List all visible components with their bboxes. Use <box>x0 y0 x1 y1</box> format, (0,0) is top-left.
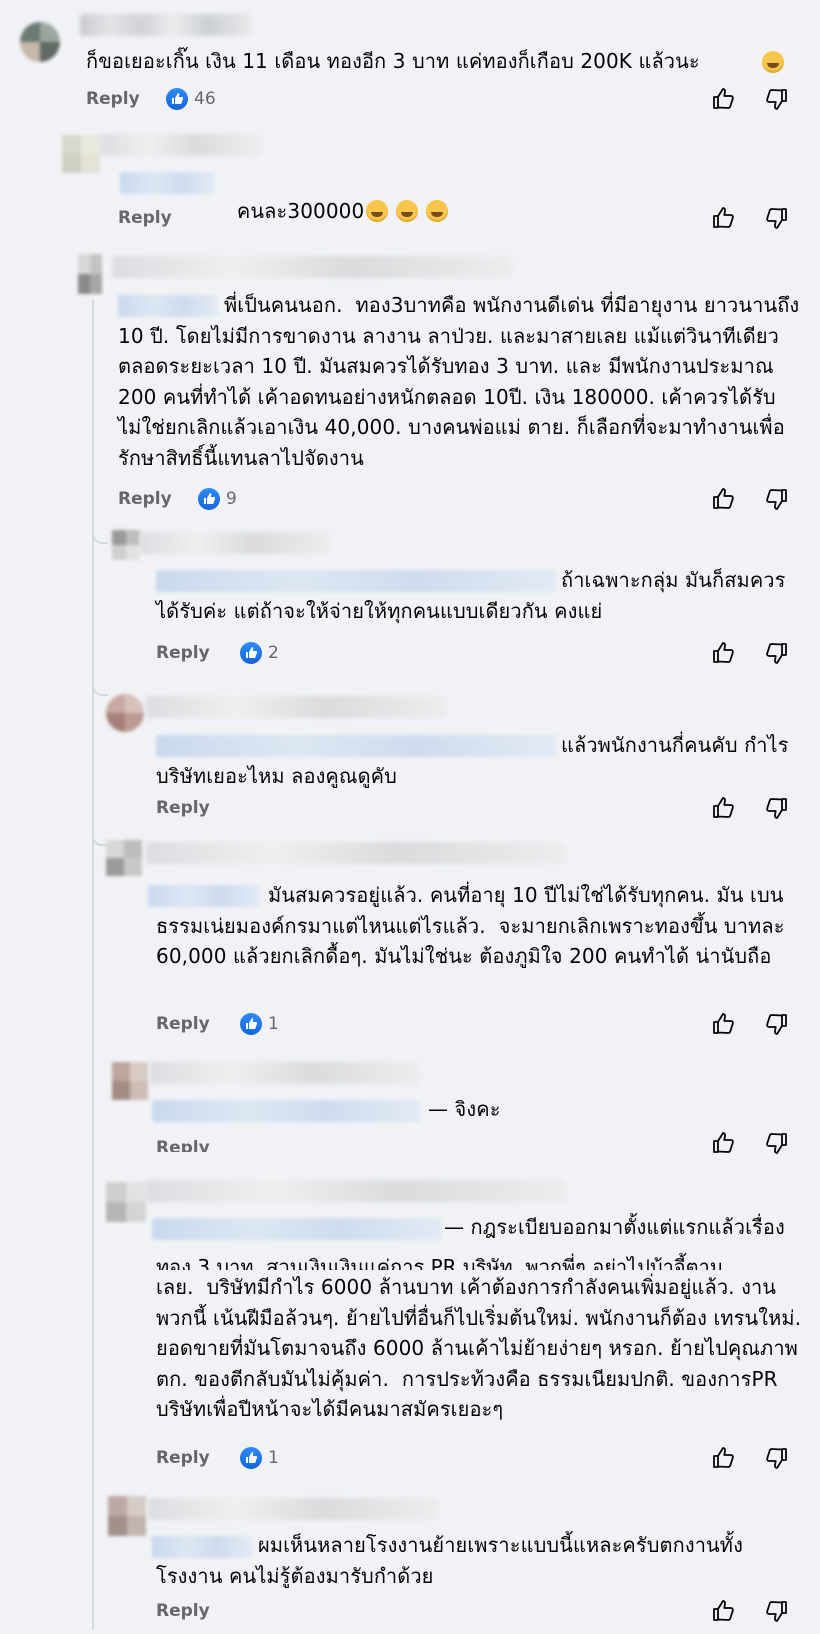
like-icon <box>240 642 262 664</box>
reply-button[interactable]: Reply <box>118 486 172 512</box>
comment-text: ผมเห็นหลายโรงงานย้ายเพราะแบบนี้แหละครับต… <box>156 1533 750 1588</box>
commenter-name[interactable] <box>146 696 446 718</box>
thumb-up-icon[interactable] <box>710 1445 736 1471</box>
mention-tag[interactable] <box>120 172 215 194</box>
comment-text: แล้วพนักงานกี่คนคับ กำไร บริษัทเยอะไหม ล… <box>156 733 796 788</box>
comment-text: เลย. บริษัทมีกำไร 6000 ล้านบาท เค้าต้องก… <box>156 1275 815 1421</box>
thread-connector <box>92 530 108 544</box>
reply-button[interactable]: Reply <box>86 86 140 112</box>
avatar[interactable] <box>106 694 144 732</box>
like-count: 1 <box>268 1014 279 1034</box>
thread-line <box>92 300 94 1630</box>
reply-button[interactable]: Reply <box>156 795 210 821</box>
commenter-name[interactable] <box>80 14 250 36</box>
mention-tag[interactable] <box>152 1218 442 1240</box>
avatar[interactable] <box>106 1182 146 1222</box>
comment-text: — จิงคะ <box>428 1097 501 1121</box>
like-count: 9 <box>226 489 237 509</box>
comment-text: ถ้าเฉพาะกลุ่ม มันก็สมควร ได้รับค่ะ แต่ถ้… <box>156 568 792 623</box>
comment-actions: Reply <box>156 795 808 821</box>
avatar[interactable] <box>78 254 102 294</box>
thumb-down-icon[interactable] <box>764 205 790 231</box>
reply-button[interactable]: Reply <box>156 1598 210 1624</box>
like-count: 1 <box>268 1448 279 1468</box>
comment-actions: Reply 1 <box>156 1445 808 1471</box>
comment-actions: Reply <box>118 205 808 231</box>
avatar[interactable] <box>20 22 60 62</box>
comment-text-obscured: ทอง 3 บาท. สวนเงินเงินแค่การ PR บริษัท. … <box>156 1255 723 1270</box>
like-icon <box>240 1013 262 1035</box>
comment-actions: Reply 1 <box>156 1011 808 1037</box>
thumb-down-icon[interactable] <box>764 795 790 821</box>
like-icon <box>198 488 220 510</box>
like-count: 2 <box>268 643 279 663</box>
comment-text: ก็ขอเยอะเกิ๊น เงิน 11 เดือน ทองอีก 3 บาท… <box>86 49 700 73</box>
commenter-name[interactable] <box>112 256 512 278</box>
mention-tag[interactable] <box>152 1100 420 1122</box>
comment-actions <box>156 1130 808 1156</box>
like-icon <box>240 1447 262 1469</box>
thumb-up-icon[interactable] <box>710 486 736 512</box>
thumb-down-icon[interactable] <box>764 1130 790 1156</box>
reply-button[interactable]: Reply <box>118 205 172 231</box>
thumb-up-icon[interactable] <box>710 86 736 112</box>
comment-actions: Reply <box>156 1598 808 1624</box>
commenter-name[interactable] <box>146 842 566 864</box>
thumb-up-icon[interactable] <box>710 205 736 231</box>
comment-actions: Reply 2 <box>156 640 808 666</box>
like-icon <box>166 88 188 110</box>
commenter-name[interactable] <box>140 532 330 554</box>
reply-button[interactable]: Reply <box>156 640 210 666</box>
thumb-up-icon[interactable] <box>710 1598 736 1624</box>
avatar[interactable] <box>112 1062 148 1100</box>
thumb-down-icon[interactable] <box>764 1011 790 1037</box>
reply-button[interactable]: Reply <box>156 1011 210 1037</box>
thumb-down-icon[interactable] <box>764 486 790 512</box>
avatar[interactable] <box>106 840 142 876</box>
sweat-smile-emoji <box>762 51 784 73</box>
thumb-up-icon[interactable] <box>710 640 736 666</box>
avatar[interactable] <box>62 135 100 173</box>
comment-actions: Reply 46 <box>86 86 806 112</box>
reply-button[interactable]: Reply <box>156 1445 210 1471</box>
commenter-name[interactable] <box>146 1180 566 1202</box>
comment-text: พี่เป็นคนนอก. ทอง3บาทคือ พนักงานดีเด่น ท… <box>118 293 806 470</box>
comment-text: มันสมควรอยู่แล้ว. คนที่อายุ 10 ปีไม่ใช่ไ… <box>156 883 792 968</box>
thumb-up-icon[interactable] <box>710 1011 736 1037</box>
thumb-down-icon[interactable] <box>764 640 790 666</box>
like-count: 46 <box>194 89 216 109</box>
commenter-name[interactable] <box>148 1498 438 1520</box>
thumb-up-icon[interactable] <box>710 795 736 821</box>
comment-text: — กฎระเบียบออกมาตั้งแต่แรกแล้วเรื่อง <box>444 1215 785 1239</box>
thumb-up-icon[interactable] <box>710 1130 736 1156</box>
thumb-down-icon[interactable] <box>764 1445 790 1471</box>
comment-actions: Reply 9 <box>118 486 808 512</box>
commenter-name[interactable] <box>150 1062 420 1084</box>
avatar[interactable] <box>108 1496 146 1536</box>
thumb-down-icon[interactable] <box>764 86 790 112</box>
avatar[interactable] <box>112 530 140 560</box>
thumb-down-icon[interactable] <box>764 1598 790 1624</box>
commenter-name[interactable] <box>100 134 260 156</box>
